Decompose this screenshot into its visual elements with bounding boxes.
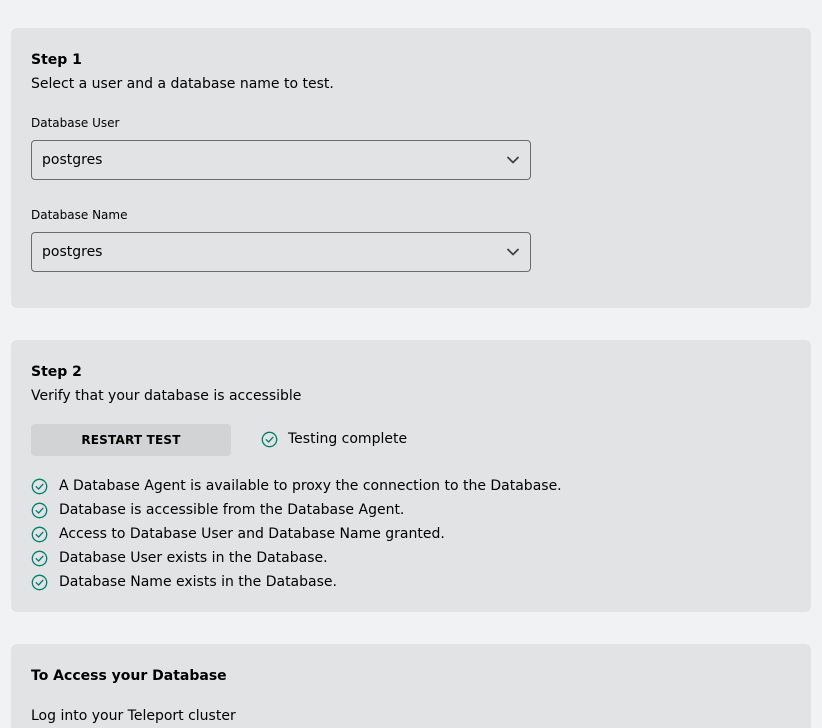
check-circle-icon <box>31 526 48 543</box>
database-user-value: postgres <box>42 152 103 168</box>
check-circle-icon <box>31 478 48 495</box>
login-instruction: Log into your Teleport cluster <box>31 708 236 724</box>
test-status-text: Testing complete <box>288 431 408 447</box>
access-database-card: To Access your Database Log into your Te… <box>11 644 811 728</box>
access-title: To Access your Database <box>31 668 227 684</box>
test-status: Testing complete <box>261 430 407 448</box>
step-2-title: Step 2 <box>31 364 82 380</box>
check-circle-icon <box>261 431 278 448</box>
chevron-down-icon[interactable] <box>506 153 520 167</box>
step-2-description: Verify that your database is accessible <box>31 388 302 404</box>
list-item: Access to Database User and Database Nam… <box>31 522 562 546</box>
check-item-text: Database Name exists in the Database. <box>59 574 337 590</box>
list-item: Database is accessible from the Database… <box>31 498 562 522</box>
check-list: A Database Agent is available to proxy t… <box>31 474 562 594</box>
check-item-text: Database User exists in the Database. <box>59 550 328 566</box>
list-item: Database Name exists in the Database. <box>31 570 562 594</box>
chevron-down-icon[interactable] <box>506 245 520 259</box>
step-1-description: Select a user and a database name to tes… <box>31 76 334 92</box>
database-name-label: Database Name <box>31 208 128 222</box>
database-name-value: postgres <box>42 244 103 260</box>
check-item-text: A Database Agent is available to proxy t… <box>59 478 562 494</box>
check-item-text: Access to Database User and Database Nam… <box>59 526 445 542</box>
step-1-title: Step 1 <box>31 52 82 68</box>
page: Step 1 Select a user and a database name… <box>0 0 822 728</box>
check-item-text: Database is accessible from the Database… <box>59 502 405 518</box>
step-2-card: Step 2 Verify that your database is acce… <box>11 340 811 612</box>
database-name-select[interactable]: postgres <box>31 232 531 272</box>
restart-test-button[interactable]: RESTART TEST <box>31 424 231 456</box>
step-1-card: Step 1 Select a user and a database name… <box>11 28 811 308</box>
check-circle-icon <box>31 574 48 591</box>
database-user-select[interactable]: postgres <box>31 140 531 180</box>
list-item: A Database Agent is available to proxy t… <box>31 474 562 498</box>
database-user-label: Database User <box>31 116 120 130</box>
check-circle-icon <box>31 550 48 567</box>
list-item: Database User exists in the Database. <box>31 546 562 570</box>
check-circle-icon <box>31 502 48 519</box>
